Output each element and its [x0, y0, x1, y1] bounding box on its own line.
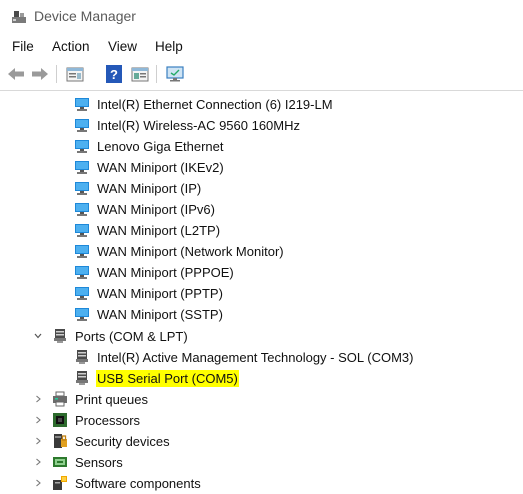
tree-item-label: Intel(R) Wireless-AC 9560 160MHz — [97, 118, 301, 133]
window-title: Device Manager — [34, 8, 136, 24]
network-adapter-icon — [75, 308, 89, 321]
tree-item-label: Intel(R) Active Management Technology - … — [97, 350, 414, 365]
tree-item-label: Intel(R) Ethernet Connection (6) I219-LM — [97, 97, 333, 112]
tree-item-network-adapter[interactable]: WAN Miniport (IKEv2) — [0, 157, 523, 178]
help-icon[interactable]: ? — [104, 64, 124, 84]
network-adapter-icon — [75, 98, 89, 111]
svg-text:?: ? — [110, 67, 118, 82]
port-icon — [76, 371, 88, 385]
forward-icon[interactable] — [30, 64, 50, 84]
chevron-right-icon[interactable] — [33, 455, 43, 469]
tree-item-label: Lenovo Giga Ethernet — [97, 139, 224, 154]
tree-item-label: WAN Miniport (PPPOE) — [97, 265, 234, 280]
software-component-icon — [53, 476, 67, 490]
network-adapter-icon — [75, 287, 89, 300]
network-adapter-icon — [75, 140, 89, 153]
network-adapter-icon — [75, 182, 89, 195]
tree-item-label: WAN Miniport (SSTP) — [97, 307, 223, 322]
tree-item-network-adapter[interactable]: Intel(R) Wireless-AC 9560 160MHz — [0, 115, 523, 136]
tree-category-sensors[interactable]: Sensors — [0, 452, 523, 473]
tree-category-print-queues[interactable]: Print queues — [0, 389, 523, 410]
tree-item-network-adapter[interactable]: Intel(R) Ethernet Connection (6) I219-LM — [0, 94, 523, 115]
tree-item-label: WAN Miniport (IP) — [97, 181, 202, 196]
network-adapter-icon — [75, 203, 89, 216]
scan-hardware-icon[interactable] — [165, 64, 185, 84]
tree-item-network-adapter[interactable]: WAN Miniport (Network Monitor) — [0, 241, 523, 262]
tree-item-network-adapter[interactable]: WAN Miniport (IP) — [0, 178, 523, 199]
toolbar-separator — [156, 65, 157, 83]
chevron-right-icon[interactable] — [33, 392, 43, 406]
device-manager-icon — [12, 11, 26, 23]
tree-item-network-adapter[interactable]: Lenovo Giga Ethernet — [0, 136, 523, 157]
tree-item-label: WAN Miniport (IPv6) — [97, 202, 215, 217]
network-adapter-icon — [75, 119, 89, 132]
tree-category-ports[interactable]: Ports (COM & LPT) — [0, 326, 523, 347]
tree-item-network-adapter[interactable]: WAN Miniport (L2TP) — [0, 220, 523, 241]
network-adapter-icon — [75, 266, 89, 279]
tree-item-network-adapter[interactable]: WAN Miniport (PPPOE) — [0, 262, 523, 283]
title-bar: Device Manager — [0, 0, 523, 34]
toolbar-divider — [0, 90, 523, 91]
chevron-right-icon[interactable] — [33, 413, 43, 427]
toolbar-separator — [56, 65, 57, 83]
tree-item-label-highlighted: USB Serial Port (COM5) — [96, 370, 239, 387]
menu-view[interactable]: View — [108, 39, 137, 54]
printer-icon — [53, 391, 67, 407]
tree-item-network-adapter[interactable]: WAN Miniport (PPTP) — [0, 283, 523, 304]
tree-item-label: Sensors — [75, 455, 123, 470]
network-adapter-icon — [75, 245, 89, 258]
chevron-right-icon[interactable] — [33, 434, 43, 448]
tree-item-network-adapter[interactable]: WAN Miniport (SSTP) — [0, 304, 523, 325]
processor-icon — [53, 413, 67, 427]
menu-bar: File Action View Help — [0, 37, 523, 59]
menu-file[interactable]: File — [12, 39, 34, 54]
port-icon — [76, 350, 88, 364]
toolbar: ? — [0, 62, 523, 88]
tree-item-label: WAN Miniport (PPTP) — [97, 286, 223, 301]
tree-item-port[interactable]: Intel(R) Active Management Technology - … — [0, 347, 523, 368]
chevron-right-icon[interactable] — [33, 476, 43, 490]
tree-item-label: Processors — [75, 413, 141, 428]
run-icon[interactable] — [130, 64, 150, 84]
tree-item-label: Security devices — [75, 434, 170, 449]
network-adapter-icon — [75, 161, 89, 174]
network-adapter-icon — [75, 224, 89, 237]
tree-category-processors[interactable]: Processors — [0, 410, 523, 431]
menu-help[interactable]: Help — [155, 39, 183, 54]
chevron-down-icon[interactable] — [33, 329, 43, 343]
tree-category-security-devices[interactable]: Security devices — [0, 431, 523, 452]
tree-item-label: WAN Miniport (Network Monitor) — [97, 244, 284, 259]
tree-item-label: Print queues — [75, 392, 148, 407]
tree-item-label: Software components — [75, 476, 201, 491]
tree-item-label: Ports (COM & LPT) — [75, 329, 188, 344]
back-icon[interactable] — [6, 64, 26, 84]
sensor-icon — [53, 457, 67, 467]
tree-item-network-adapter[interactable]: WAN Miniport (IPv6) — [0, 199, 523, 220]
tree-item-label: WAN Miniport (IKEv2) — [97, 160, 224, 175]
port-icon — [54, 329, 66, 343]
tree-item-label: WAN Miniport (L2TP) — [97, 223, 221, 238]
properties-icon[interactable] — [65, 64, 85, 84]
security-device-icon — [54, 434, 67, 448]
menu-action[interactable]: Action — [52, 39, 90, 54]
tree-item-port[interactable]: USB Serial Port (COM5) — [0, 368, 523, 389]
